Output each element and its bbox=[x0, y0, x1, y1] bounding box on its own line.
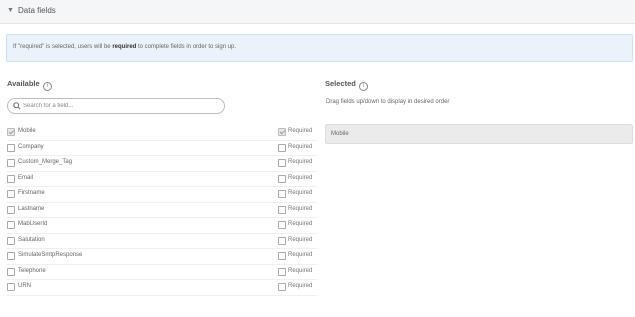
required-checkbox[interactable] bbox=[278, 267, 286, 276]
info-message-emphasis: required bbox=[112, 44, 137, 50]
field-name: Email bbox=[18, 174, 34, 181]
selected-field-item[interactable]: Mobile bbox=[325, 124, 633, 144]
field-row: Company Required bbox=[7, 141, 317, 156]
required-checkbox[interactable] bbox=[278, 174, 286, 183]
available-field-list: Mobile Required Company Required Custom_Merg… bbox=[7, 125, 317, 296]
field-name: Firstname bbox=[18, 190, 45, 196]
field-name: URN bbox=[18, 283, 31, 289]
field-name: Mobile bbox=[18, 128, 36, 134]
info-banner: If "required" is selected, users will be… bbox=[6, 34, 633, 62]
required-label: Required bbox=[288, 143, 313, 150]
field-row: Salutation Required bbox=[7, 234, 317, 249]
info-message: If "required" is selected, users will be… bbox=[13, 44, 236, 50]
required-checkbox[interactable] bbox=[278, 190, 286, 198]
field-row: Mobile Required bbox=[7, 125, 317, 141]
required-checkbox[interactable] bbox=[278, 252, 286, 260]
field-name: Company bbox=[18, 143, 44, 150]
required-checkbox[interactable] bbox=[278, 283, 286, 291]
section-title: Data fields bbox=[18, 6, 56, 15]
field-row: Lastname Required bbox=[7, 203, 317, 218]
required-checkbox[interactable] bbox=[278, 205, 286, 214]
field-row: Email Required bbox=[7, 172, 317, 187]
required-checkbox[interactable] bbox=[278, 221, 286, 229]
field-row: Firstname Required bbox=[7, 187, 317, 203]
field-name: Telephone bbox=[18, 267, 46, 274]
available-title: Available bbox=[7, 79, 40, 88]
field-checkbox[interactable] bbox=[7, 190, 15, 198]
selected-title: Selected bbox=[325, 79, 356, 88]
required-label: Required bbox=[288, 283, 313, 289]
field-checkbox[interactable] bbox=[7, 267, 15, 276]
field-name: SimulateSmtpResponse bbox=[18, 252, 83, 258]
field-checkbox[interactable] bbox=[7, 128, 15, 136]
drag-hint: Drag fields up/down to display in desire… bbox=[326, 99, 450, 105]
field-checkbox[interactable] bbox=[7, 283, 15, 291]
required-label: Required bbox=[288, 205, 313, 212]
info-icon[interactable]: i bbox=[42, 82, 52, 91]
field-row: Telephone Required bbox=[7, 265, 317, 280]
required-checkbox[interactable] bbox=[278, 128, 286, 136]
field-checkbox[interactable] bbox=[7, 174, 15, 183]
required-label: Required bbox=[288, 128, 313, 134]
selected-field-label: Mobile bbox=[331, 131, 349, 137]
required-checkbox[interactable] bbox=[278, 143, 286, 152]
field-row: SimulateSmtpResponse Required bbox=[7, 249, 317, 265]
required-checkbox[interactable] bbox=[278, 159, 286, 167]
field-search[interactable] bbox=[7, 98, 225, 114]
required-label: Required bbox=[288, 267, 313, 274]
field-name: Lastname bbox=[18, 205, 45, 212]
available-heading: Available i bbox=[7, 79, 52, 91]
field-checkbox[interactable] bbox=[7, 236, 15, 245]
required-label: Required bbox=[288, 159, 313, 165]
field-checkbox[interactable] bbox=[7, 221, 15, 229]
field-checkbox[interactable] bbox=[7, 205, 15, 214]
search-icon bbox=[13, 102, 21, 110]
section-header-data-fields[interactable]: ▼ Data fields bbox=[0, 0, 635, 24]
field-row: MabUserId Required bbox=[7, 218, 317, 234]
required-checkbox[interactable] bbox=[278, 236, 286, 245]
field-checkbox[interactable] bbox=[7, 159, 15, 167]
required-label: Required bbox=[288, 190, 313, 196]
info-message-end: to complete fields in order to sign up. bbox=[136, 44, 237, 50]
info-icon[interactable]: i bbox=[358, 82, 368, 91]
field-name: Salutation bbox=[18, 236, 45, 243]
field-checkbox[interactable] bbox=[7, 252, 15, 260]
search-input[interactable] bbox=[23, 100, 218, 112]
field-checkbox[interactable] bbox=[7, 143, 15, 152]
field-row: Custom_Merge_Tag Required bbox=[7, 156, 317, 172]
info-message-start: If "required" is selected, users will be bbox=[13, 44, 113, 50]
field-row: URN Required bbox=[7, 280, 317, 296]
selected-heading: Selected i bbox=[325, 79, 368, 91]
field-name: Custom_Merge_Tag bbox=[18, 159, 73, 165]
required-label: Required bbox=[288, 221, 313, 227]
field-name: MabUserId bbox=[18, 221, 48, 227]
required-label: Required bbox=[288, 174, 313, 181]
required-label: Required bbox=[288, 236, 313, 243]
caret-down-icon: ▼ bbox=[7, 7, 14, 14]
required-label: Required bbox=[288, 252, 313, 258]
